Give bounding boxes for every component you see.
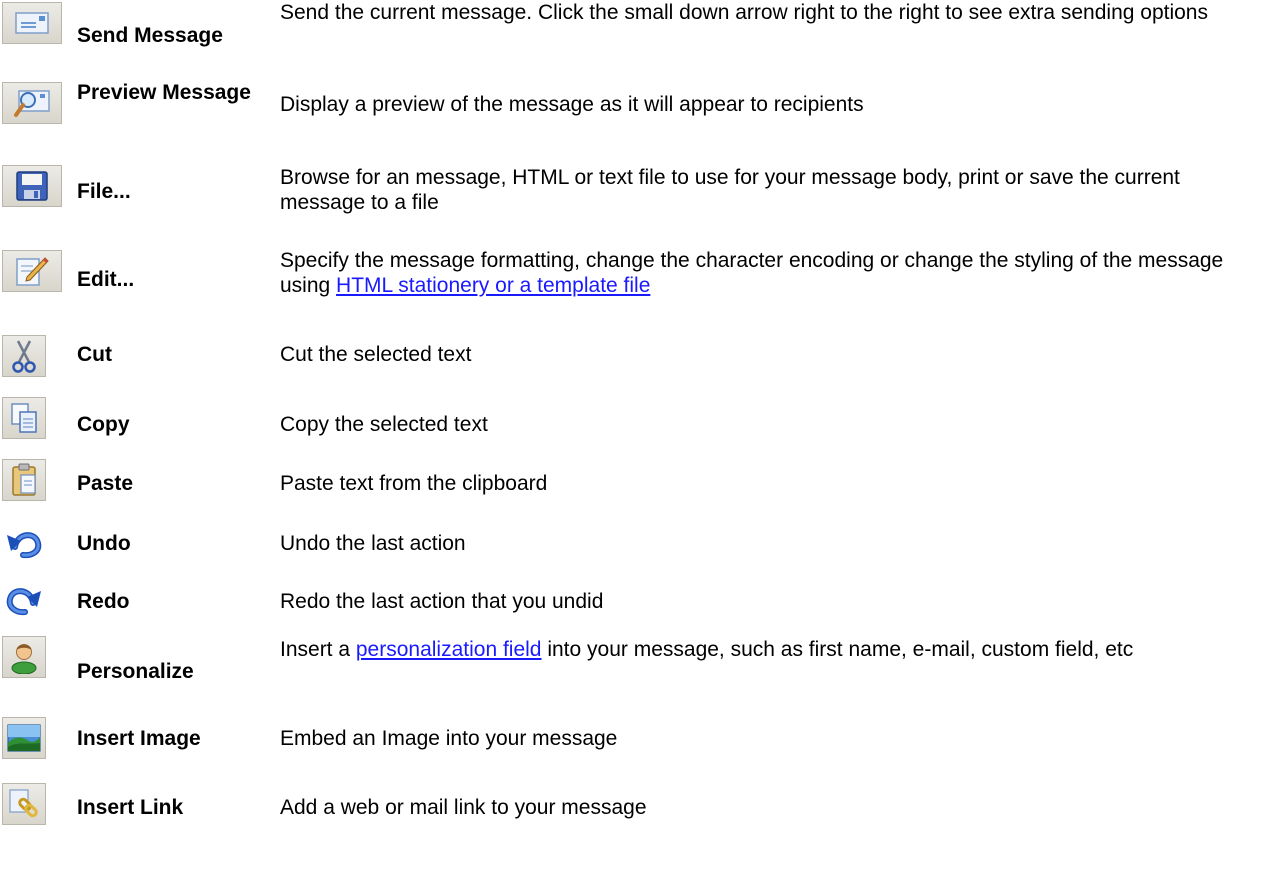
send-message-icon [2, 2, 62, 44]
item-name: Cut [77, 343, 112, 366]
item-description: Undo the last action [280, 532, 466, 555]
item-description: Add a web or mail link to your message [280, 796, 647, 819]
pencil-icon [2, 250, 62, 292]
item-description: Redo the last action that you undid [280, 590, 604, 613]
undo-icon [2, 521, 46, 563]
item-description: Display a preview of the message as it w… [280, 93, 864, 116]
item-description-text: Insert a [280, 638, 356, 661]
preview-message-icon [2, 82, 62, 124]
item-name: Edit... [77, 268, 135, 291]
clipboard-icon [2, 459, 46, 501]
scissors-icon [2, 335, 46, 377]
redo-icon [2, 578, 46, 620]
person-icon [2, 636, 46, 678]
item-name: Insert Image [77, 727, 201, 750]
item-description-text-after: into your message, such as first name, e… [541, 638, 1134, 661]
item-description: Browse for an message, HTML or text file… [280, 166, 1180, 214]
chain-link-icon [2, 783, 46, 825]
html-stationery-link[interactable]: HTML stationery or a template file [336, 274, 650, 297]
item-description: Insert a personalization field into your… [280, 637, 1265, 662]
item-description: Specify the message formatting, change t… [280, 248, 1265, 298]
item-description: Cut the selected text [280, 343, 472, 366]
item-name: Paste [77, 472, 134, 495]
item-name: Send Message [77, 24, 223, 47]
copy-icon [2, 397, 46, 439]
personalization-field-link[interactable]: personalization field [356, 638, 542, 661]
item-name: Undo [77, 532, 131, 555]
item-name: Preview Message [77, 81, 251, 104]
item-name: Redo [77, 590, 130, 613]
image-icon [2, 717, 46, 759]
item-name: Personalize [77, 660, 194, 683]
item-description: Copy the selected text [280, 413, 488, 436]
item-description: Paste text from the clipboard [280, 472, 548, 495]
item-name: Insert Link [77, 796, 184, 819]
floppy-disk-icon [2, 165, 62, 207]
item-name: Copy [77, 413, 130, 436]
item-name: File... [77, 180, 131, 203]
item-description: Send the current message. Click the smal… [280, 1, 1208, 24]
item-description: Embed an Image into your message [280, 727, 618, 750]
